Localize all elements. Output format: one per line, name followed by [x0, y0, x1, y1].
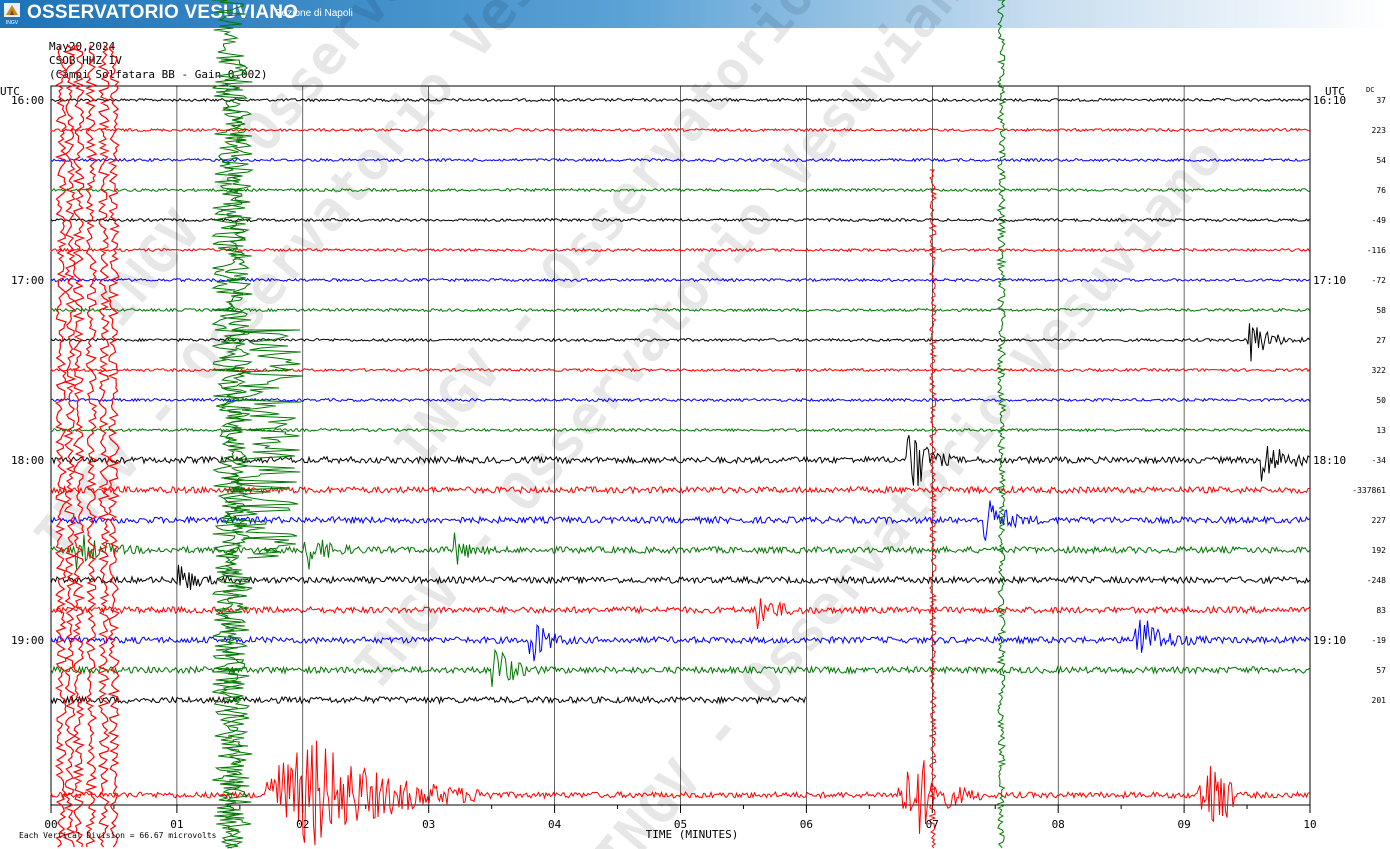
x-tick-label: 01: [170, 818, 183, 831]
watermark-layer: INGV - Osservatorio VesuvianoINGV - Osse…: [22, 0, 1236, 849]
seismogram-chart: INGV - Osservatorio VesuvianoINGV - Osse…: [0, 0, 1387, 849]
dc-offset-label: 76: [1376, 186, 1386, 195]
right-hour-label: 16:10: [1313, 94, 1346, 107]
saturated-burst: [54, 45, 68, 848]
dc-offset-label: 192: [1372, 546, 1387, 555]
dc-offset-label: 50: [1376, 396, 1386, 405]
dc-offset-label: -248: [1367, 576, 1386, 585]
dc-offset-label: 58: [1376, 306, 1386, 315]
right-hour-label: 18:10: [1313, 454, 1346, 467]
dc-offset-label: 227: [1372, 516, 1387, 525]
right-hour-label: 19:10: [1313, 634, 1346, 647]
dc-offset-label: -116: [1367, 246, 1386, 255]
x-tick-label: 00: [44, 818, 57, 831]
dc-label: DC: [1366, 86, 1374, 94]
saturated-burst: [72, 45, 86, 848]
scale-note: Each Vertical Division = 66.67 microvolt…: [19, 831, 217, 840]
left-hour-label: 17:00: [11, 274, 44, 287]
saturated-burst: [63, 45, 77, 848]
watermark-text: INGV - Osservatorio Vesuviano: [582, 126, 1236, 849]
left-hour-label: 19:00: [11, 634, 44, 647]
right-hour-label: 17:10: [1313, 274, 1346, 287]
dc-offset-label: 57: [1376, 666, 1386, 675]
dc-offset-label: 223: [1372, 126, 1387, 135]
dc-offset-label: 201: [1372, 696, 1387, 705]
dc-offset-label: -49: [1372, 216, 1387, 225]
x-tick-label: 02: [296, 818, 309, 831]
left-hour-label: 16:00: [11, 94, 44, 107]
dc-offset-label: -337861: [1352, 486, 1386, 495]
dc-offset-label: 83: [1376, 606, 1386, 615]
x-tick-label: 04: [548, 818, 562, 831]
x-tick-label: 06: [800, 818, 813, 831]
dc-offset-label: 37: [1376, 96, 1386, 105]
dc-offset-label: -72: [1372, 276, 1387, 285]
x-tick-label: 07: [926, 818, 939, 831]
dc-offset-label: 13: [1376, 426, 1386, 435]
x-tick-label: 10: [1303, 818, 1316, 831]
x-tick-label: 03: [422, 818, 435, 831]
x-tick-label: 08: [1052, 818, 1065, 831]
left-hour-label: 18:00: [11, 454, 44, 467]
dc-offset-label: 27: [1376, 336, 1386, 345]
dc-offset-label: 54: [1376, 156, 1386, 165]
dc-offset-label: 322: [1372, 366, 1387, 375]
seismic-trace: [50, 695, 806, 705]
dc-offset-label: -19: [1372, 636, 1387, 645]
dc-offset-label: -34: [1372, 456, 1387, 465]
x-axis-label: TIME (MINUTES): [646, 828, 739, 841]
x-tick-label: 09: [1177, 818, 1190, 831]
